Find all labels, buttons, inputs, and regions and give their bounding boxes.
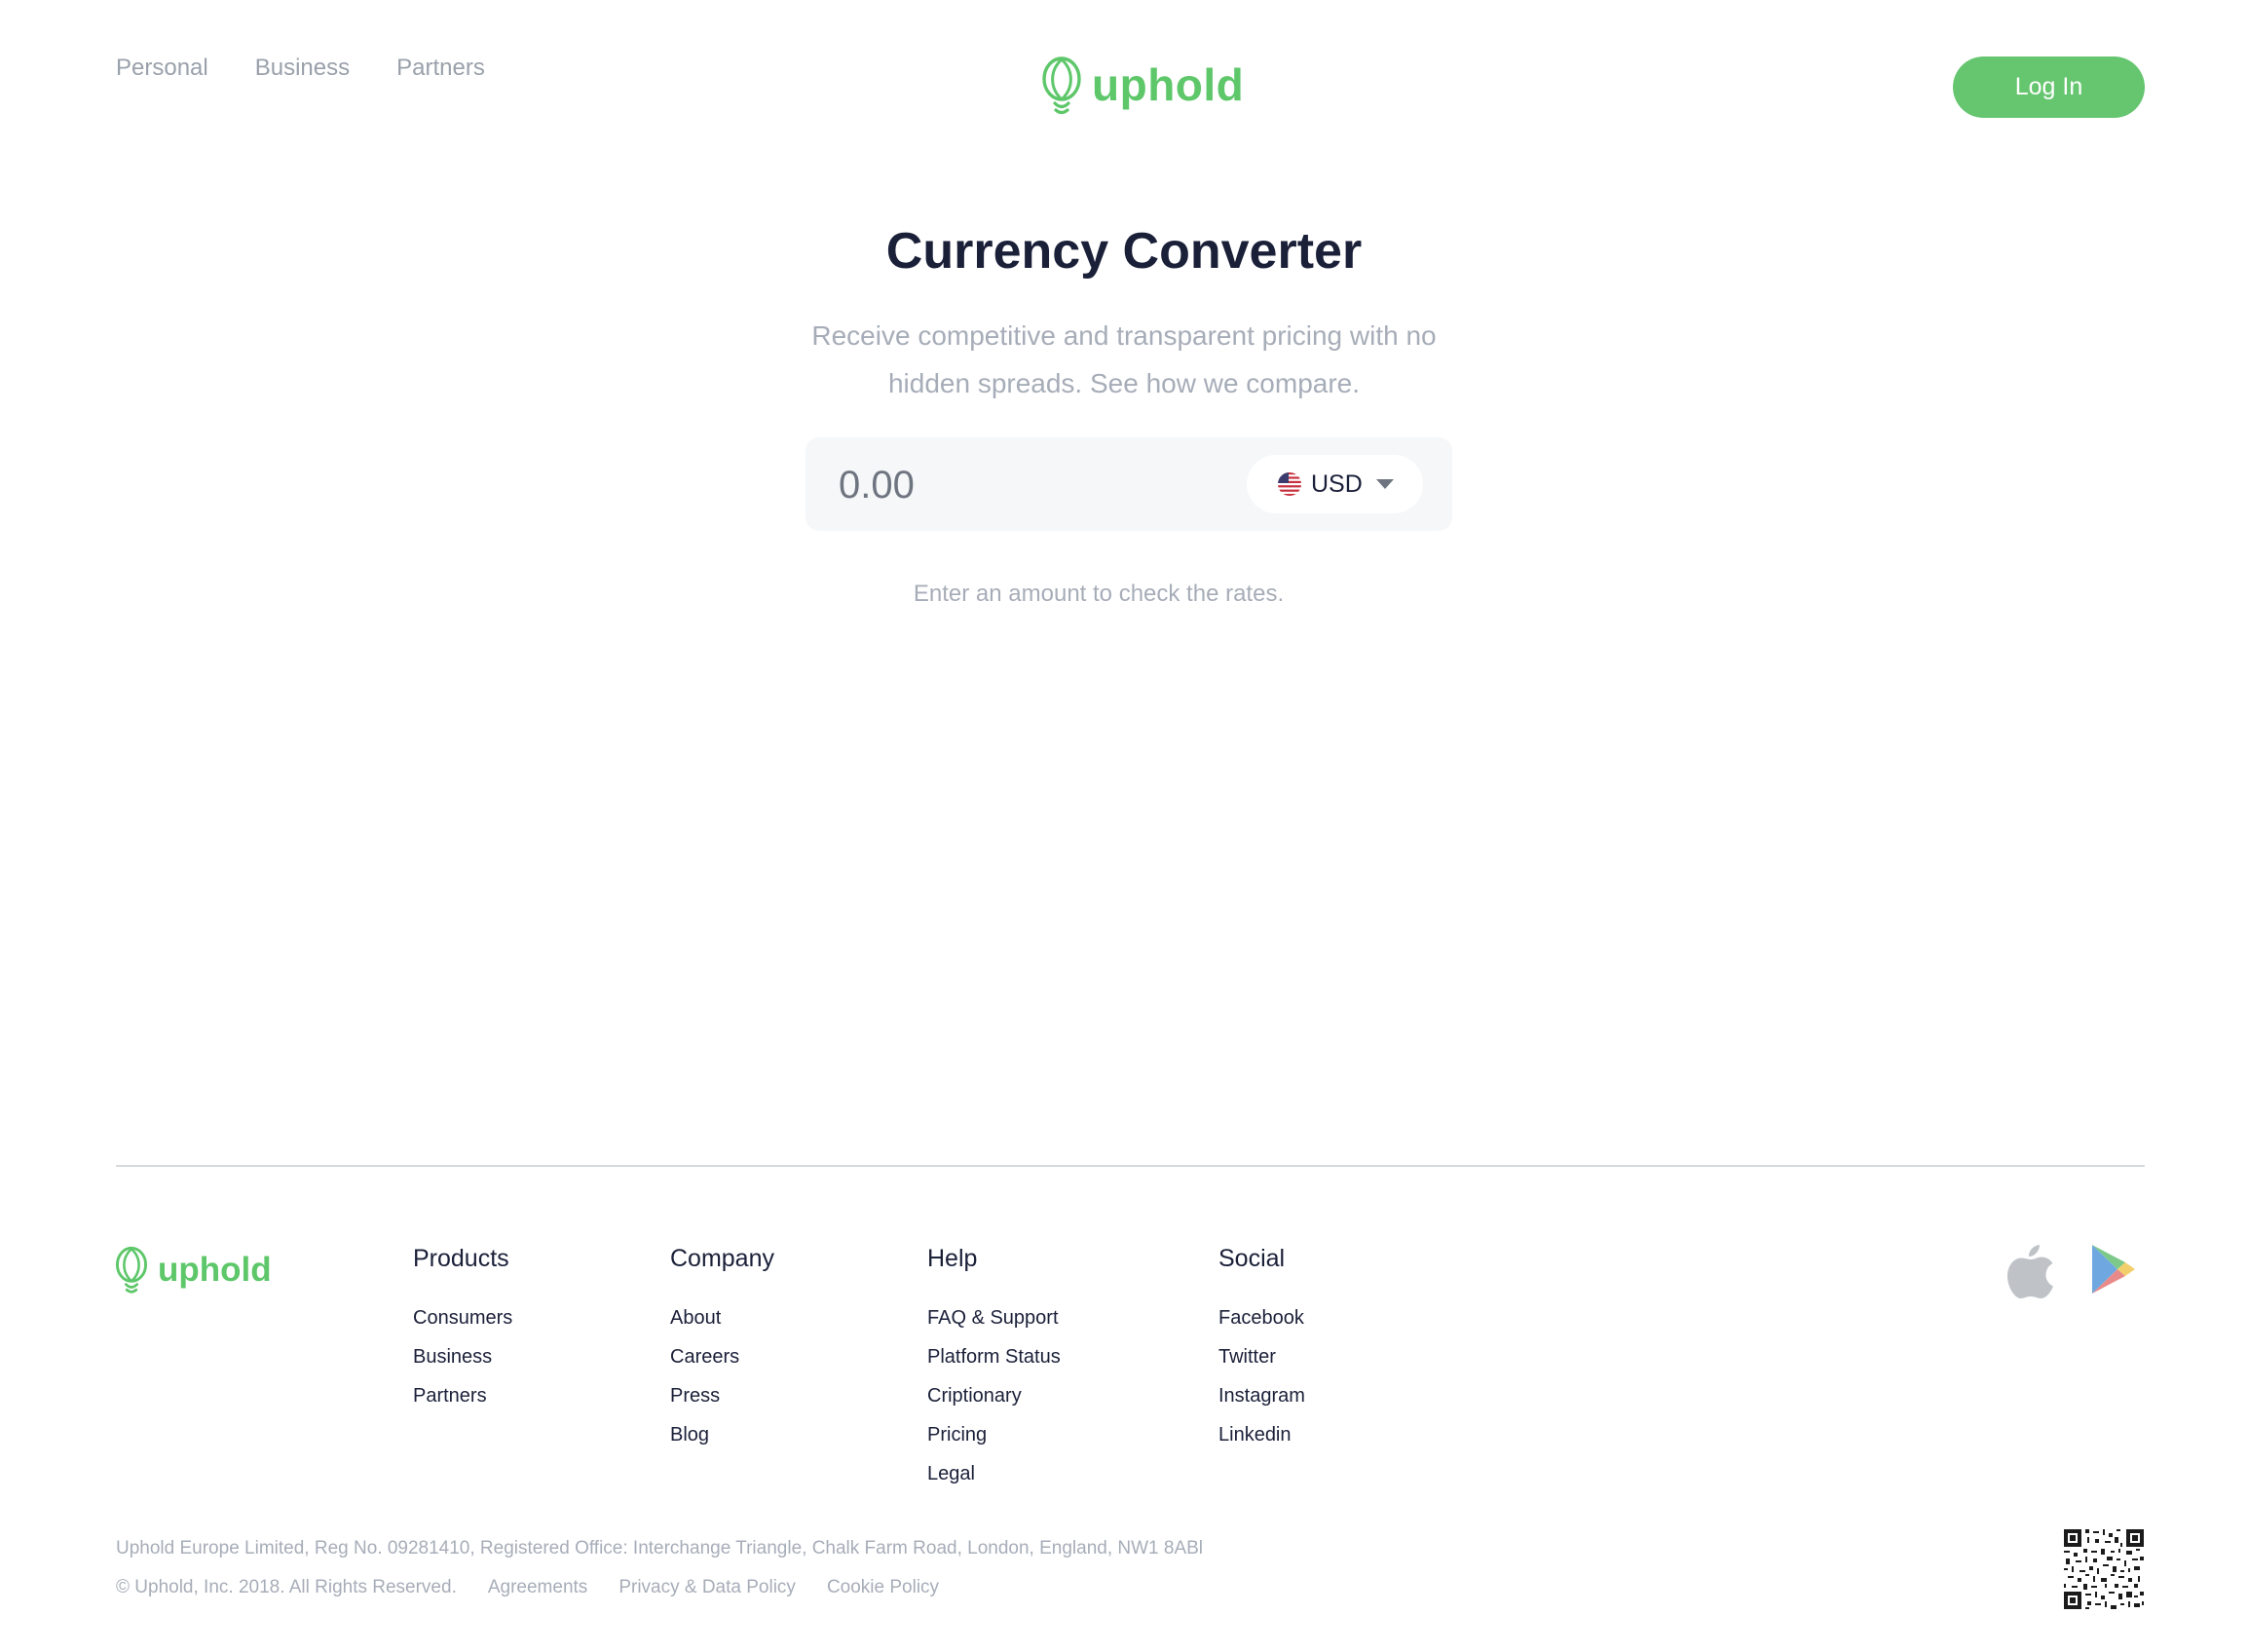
chevron-down-icon [1375,479,1394,489]
rates-hint: Enter an amount to check the rates. [913,581,1285,607]
top-nav: Personal Business Partners [116,55,485,82]
legal-registration: Uphold Europe Limited, Reg No. 09281410,… [116,1538,1204,1558]
footer-column-company: Company About Careers Press Blog [670,1245,774,1462]
nav-business[interactable]: Business [255,55,350,82]
footer-heading: Products [413,1245,509,1272]
footer-link-business[interactable]: Business [413,1345,512,1384]
footer-heading: Help [927,1245,978,1272]
footer-link-twitter[interactable]: Twitter [1218,1345,1305,1384]
legal-link-agreements[interactable]: Agreements [488,1577,587,1598]
currency-code: USD [1311,469,1363,498]
legal-links: © Uphold, Inc. 2018. All Rights Reserved… [116,1577,939,1598]
footer-link-blog[interactable]: Blog [670,1423,774,1462]
footer-column-help: Help FAQ & Support Platform Status Cript… [927,1245,1061,1501]
page-title: Currency Converter [885,223,1363,280]
us-flag-icon [1247,472,1301,496]
footer-wordmark: uphold [158,1250,272,1289]
footer-link-criptionary[interactable]: Criptionary [927,1384,1061,1423]
qr-code-icon [2064,1529,2144,1609]
footer-link-consumers[interactable]: Consumers [413,1306,512,1345]
footer-link-partners[interactable]: Partners [413,1384,512,1423]
currency-select[interactable]: USD [1247,455,1423,513]
uphold-logo-icon [1041,56,1082,121]
legal-link-privacy[interactable]: Privacy & Data Policy [618,1577,796,1598]
footer-link-about[interactable]: About [670,1306,774,1345]
nav-personal[interactable]: Personal [116,55,208,82]
uphold-logo-icon [115,1245,148,1300]
brand-wordmark: uphold [1092,58,1245,110]
copyright: © Uphold, Inc. 2018. All Rights Reserved… [116,1577,457,1597]
footer-link-linkedin[interactable]: Linkedin [1218,1423,1305,1462]
footer-link-press[interactable]: Press [670,1384,774,1423]
footer-column-social: Social Facebook Twitter Instagram Linked… [1218,1245,1305,1462]
app-store-links [2006,1243,2137,1304]
footer-link-legal[interactable]: Legal [927,1462,1061,1501]
google-play-icon[interactable] [2090,1243,2137,1304]
footer-link-facebook[interactable]: Facebook [1218,1306,1305,1345]
legal-link-cookie-policy[interactable]: Cookie Policy [827,1577,939,1598]
footer-heading: Company [670,1245,774,1272]
footer-link-pricing[interactable]: Pricing [927,1423,1061,1462]
footer-logo[interactable]: uphold [115,1245,272,1300]
page-subtitle: Receive competitive and transparent pric… [811,320,1437,398]
footer-link-platform-status[interactable]: Platform Status [927,1345,1061,1384]
header-logo[interactable]: uphold [1041,56,1244,121]
apple-icon[interactable] [2006,1243,2055,1304]
footer-heading: Social [1218,1245,1286,1272]
footer-link-faq[interactable]: FAQ & Support [927,1306,1061,1345]
footer-divider [116,1165,2145,1167]
footer-link-careers[interactable]: Careers [670,1345,774,1384]
amount-input[interactable] [837,455,1211,515]
converter-box: USD [806,437,1452,531]
footer-link-instagram[interactable]: Instagram [1218,1384,1305,1423]
nav-partners[interactable]: Partners [396,55,485,82]
footer-column-products: Products Consumers Business Partners [413,1245,512,1423]
login-button[interactable]: Log In [1953,56,2145,118]
